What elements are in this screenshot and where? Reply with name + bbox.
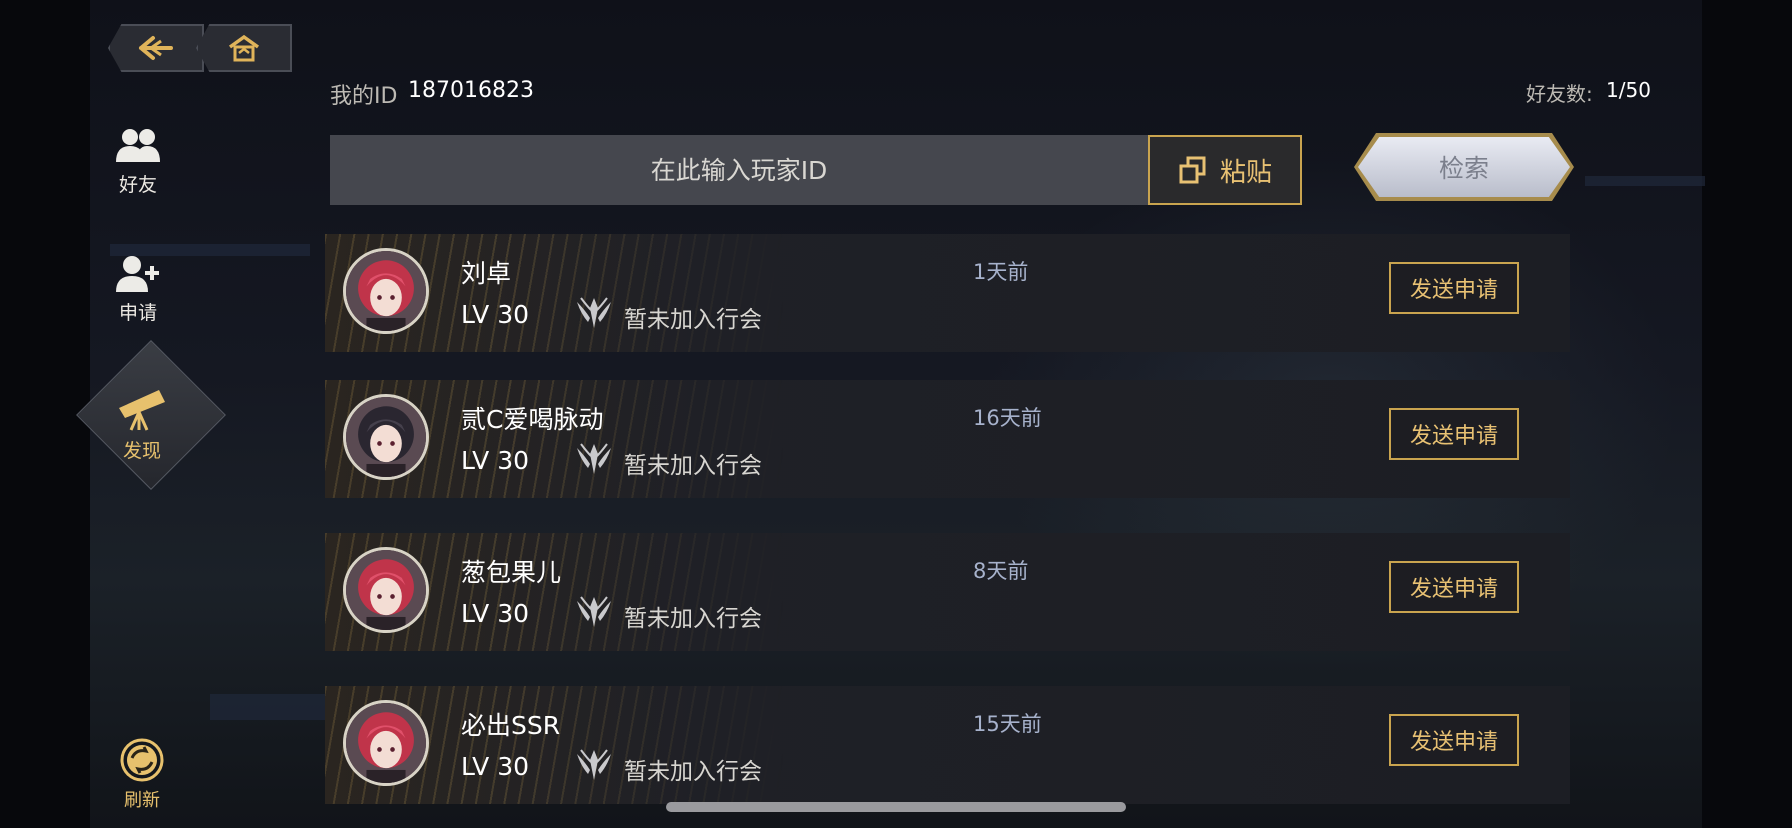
back-arrow-icon xyxy=(139,36,173,60)
player-name: 刘卓 xyxy=(461,259,512,288)
send-request-button[interactable]: 发送申请 xyxy=(1389,561,1519,613)
copy-icon xyxy=(1179,156,1206,184)
player-guild: 暂未加入行会 xyxy=(624,606,762,632)
home-icon xyxy=(228,34,260,62)
sidebar-item-discover[interactable]: 发现 xyxy=(104,384,180,463)
friends-icon xyxy=(116,129,160,162)
add-friend-icon xyxy=(116,256,159,292)
friend-count-value: 1/50 xyxy=(1606,78,1651,102)
refresh-icon xyxy=(120,738,164,782)
avatar-image xyxy=(346,251,426,331)
sidebar-item-label: 刷新 xyxy=(124,790,160,811)
player-guild: 暂未加入行会 xyxy=(624,307,762,333)
telescope-icon xyxy=(119,390,165,431)
sidebar-item-label: 发现 xyxy=(122,440,161,462)
sidebar-item-apply[interactable]: 申请 xyxy=(100,254,176,325)
avatar[interactable] xyxy=(343,394,429,480)
player-level: LV 30 xyxy=(461,446,530,475)
player-name: 葱包果儿 xyxy=(461,558,562,587)
sidebar-item-friends[interactable]: 好友 xyxy=(100,126,176,197)
last-seen: 15天前 xyxy=(973,712,1042,736)
guild-emblem-icon xyxy=(577,749,611,780)
player-row: 贰C爱喝脉动 LV 30 暂未加入行会 16天前 发送申请 xyxy=(325,380,1570,498)
last-seen: 8天前 xyxy=(973,559,1029,583)
sidebar-item-label: 好友 xyxy=(118,174,157,196)
send-request-button[interactable]: 发送申请 xyxy=(1389,408,1519,460)
paste-button[interactable]: 粘贴 xyxy=(1148,135,1302,205)
player-guild: 暂未加入行会 xyxy=(624,759,762,785)
home-button[interactable] xyxy=(196,24,292,72)
player-level: LV 30 xyxy=(461,752,530,781)
avatar-image xyxy=(346,397,426,477)
search-button-label: 检索 xyxy=(1438,154,1489,183)
refresh-button[interactable]: 刷新 xyxy=(104,738,180,812)
avatar-image xyxy=(346,703,426,783)
send-request-button[interactable]: 发送申请 xyxy=(1389,714,1519,766)
avatar[interactable] xyxy=(343,547,429,633)
back-button[interactable] xyxy=(108,24,204,72)
avatar-image xyxy=(346,550,426,630)
player-level: LV 30 xyxy=(461,300,530,329)
player-name: 贰C爱喝脉动 xyxy=(461,405,604,434)
friend-count-label: 好友数: xyxy=(1526,82,1593,106)
my-id-label: 我的ID xyxy=(330,84,398,109)
last-seen: 1天前 xyxy=(973,260,1029,284)
decor-stripe xyxy=(210,694,330,720)
player-row: 必出SSR LV 30 暂未加入行会 15天前 发送申请 xyxy=(325,686,1570,804)
sidebar-item-label: 申请 xyxy=(118,302,157,324)
player-id-input[interactable] xyxy=(330,135,1148,205)
paste-button-label: 粘贴 xyxy=(1219,157,1272,188)
send-request-button[interactable]: 发送申请 xyxy=(1389,262,1519,314)
search-button[interactable]: 检索 xyxy=(1358,137,1570,197)
last-seen: 16天前 xyxy=(973,406,1042,430)
right-frame xyxy=(1702,0,1792,828)
home-indicator xyxy=(666,802,1126,812)
decor-stripe xyxy=(1585,176,1705,186)
guild-emblem-icon xyxy=(577,596,611,627)
player-guild: 暂未加入行会 xyxy=(624,453,762,479)
my-id-value: 187016823 xyxy=(408,78,534,103)
guild-emblem-icon xyxy=(577,443,611,474)
player-name: 必出SSR xyxy=(461,711,561,740)
avatar[interactable] xyxy=(343,700,429,786)
avatar[interactable] xyxy=(343,248,429,334)
player-level: LV 30 xyxy=(461,599,530,628)
player-row: 刘卓 LV 30 暂未加入行会 1天前 发送申请 xyxy=(325,234,1570,352)
guild-emblem-icon xyxy=(577,297,611,328)
player-row: 葱包果儿 LV 30 暂未加入行会 8天前 发送申请 xyxy=(325,533,1570,651)
